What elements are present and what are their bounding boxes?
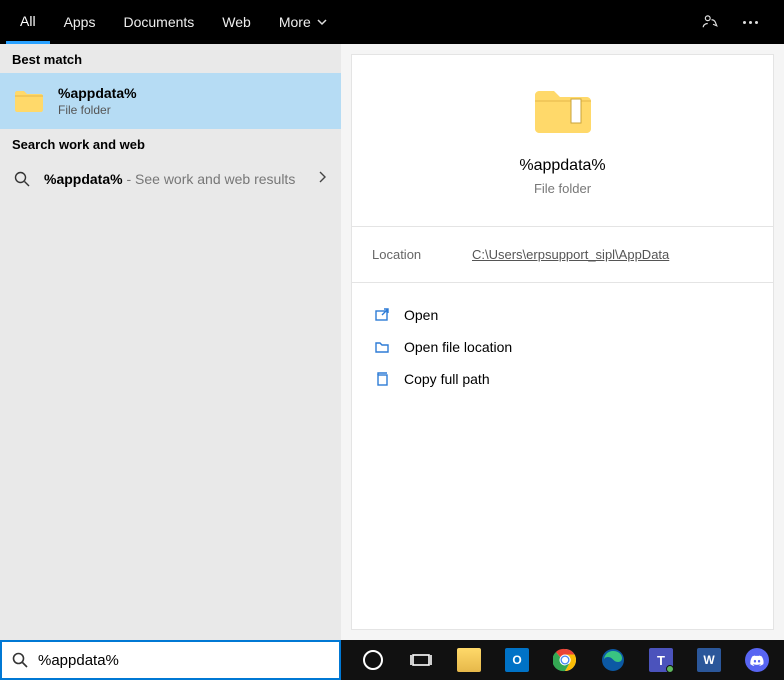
web-result-text: %appdata% - See work and web results xyxy=(44,171,295,187)
web-result-query: %appdata% xyxy=(44,171,123,187)
chevron-down-icon xyxy=(317,14,327,30)
taskbar-cortana[interactable] xyxy=(351,640,395,680)
best-match-title: %appdata% xyxy=(58,85,137,101)
detail-actions: Open Open file location Copy full path xyxy=(352,283,773,411)
open-icon xyxy=(374,307,390,323)
detail-title: %appdata% xyxy=(362,157,763,175)
web-result-suffix: - See work and web results xyxy=(123,171,296,187)
search-input[interactable] xyxy=(38,652,329,669)
taskbar-task-view[interactable] xyxy=(399,640,443,680)
detail-card: %appdata% File folder Location C:\Users\… xyxy=(351,54,774,630)
search-icon xyxy=(14,171,30,187)
action-open-file-location[interactable]: Open file location xyxy=(370,331,755,363)
tab-documents[interactable]: Documents xyxy=(109,0,208,44)
search-filter-tabbar: All Apps Documents Web More xyxy=(0,0,784,44)
taskbar-outlook[interactable]: O xyxy=(495,640,539,680)
tabbar-right-controls xyxy=(700,0,784,44)
taskbar-word[interactable]: W xyxy=(687,640,731,680)
chevron-right-icon xyxy=(317,170,327,188)
search-results-main: Best match %appdata% File folder Search … xyxy=(0,44,784,640)
taskbar-discord[interactable] xyxy=(735,640,779,680)
taskbar-chrome[interactable] xyxy=(543,640,587,680)
action-open-location-label: Open file location xyxy=(404,339,512,355)
folder-icon xyxy=(533,85,593,137)
action-open-label: Open xyxy=(404,307,438,323)
folder-icon xyxy=(14,88,44,114)
feedback-icon[interactable] xyxy=(700,12,720,32)
tab-web[interactable]: Web xyxy=(208,0,265,44)
best-match-subtitle: File folder xyxy=(58,103,137,117)
bottom-bar: O T W xyxy=(0,640,784,680)
detail-header: %appdata% File folder xyxy=(352,55,773,227)
tab-more-label: More xyxy=(279,14,311,30)
result-detail-panel: %appdata% File folder Location C:\Users\… xyxy=(341,44,784,640)
action-copy-path-label: Copy full path xyxy=(404,371,490,387)
copy-icon xyxy=(374,371,390,387)
best-match-text: %appdata% File folder xyxy=(58,85,137,117)
taskbar: O T W xyxy=(341,640,784,680)
tab-apps[interactable]: Apps xyxy=(50,0,110,44)
action-copy-full-path[interactable]: Copy full path xyxy=(370,363,755,395)
section-header-work-and-web: Search work and web xyxy=(0,129,341,158)
location-label: Location xyxy=(372,247,472,262)
web-result-row[interactable]: %appdata% - See work and web results xyxy=(0,158,341,200)
location-value[interactable]: C:\Users\erpsupport_sipl\AppData xyxy=(472,247,669,262)
taskbar-teams[interactable]: T xyxy=(639,640,683,680)
tab-more[interactable]: More xyxy=(265,0,341,44)
section-header-best-match: Best match xyxy=(0,44,341,73)
search-box[interactable] xyxy=(0,640,341,680)
results-list: Best match %appdata% File folder Search … xyxy=(0,44,341,640)
more-options-icon[interactable] xyxy=(740,12,760,32)
folder-open-icon xyxy=(374,339,390,355)
detail-subtitle: File folder xyxy=(362,181,763,196)
detail-location-row: Location C:\Users\erpsupport_sipl\AppDat… xyxy=(352,227,773,283)
best-match-result[interactable]: %appdata% File folder xyxy=(0,73,341,129)
taskbar-file-explorer[interactable] xyxy=(447,640,491,680)
action-open[interactable]: Open xyxy=(370,299,755,331)
search-icon xyxy=(12,652,28,668)
tab-all[interactable]: All xyxy=(6,0,50,44)
taskbar-edge[interactable] xyxy=(591,640,635,680)
